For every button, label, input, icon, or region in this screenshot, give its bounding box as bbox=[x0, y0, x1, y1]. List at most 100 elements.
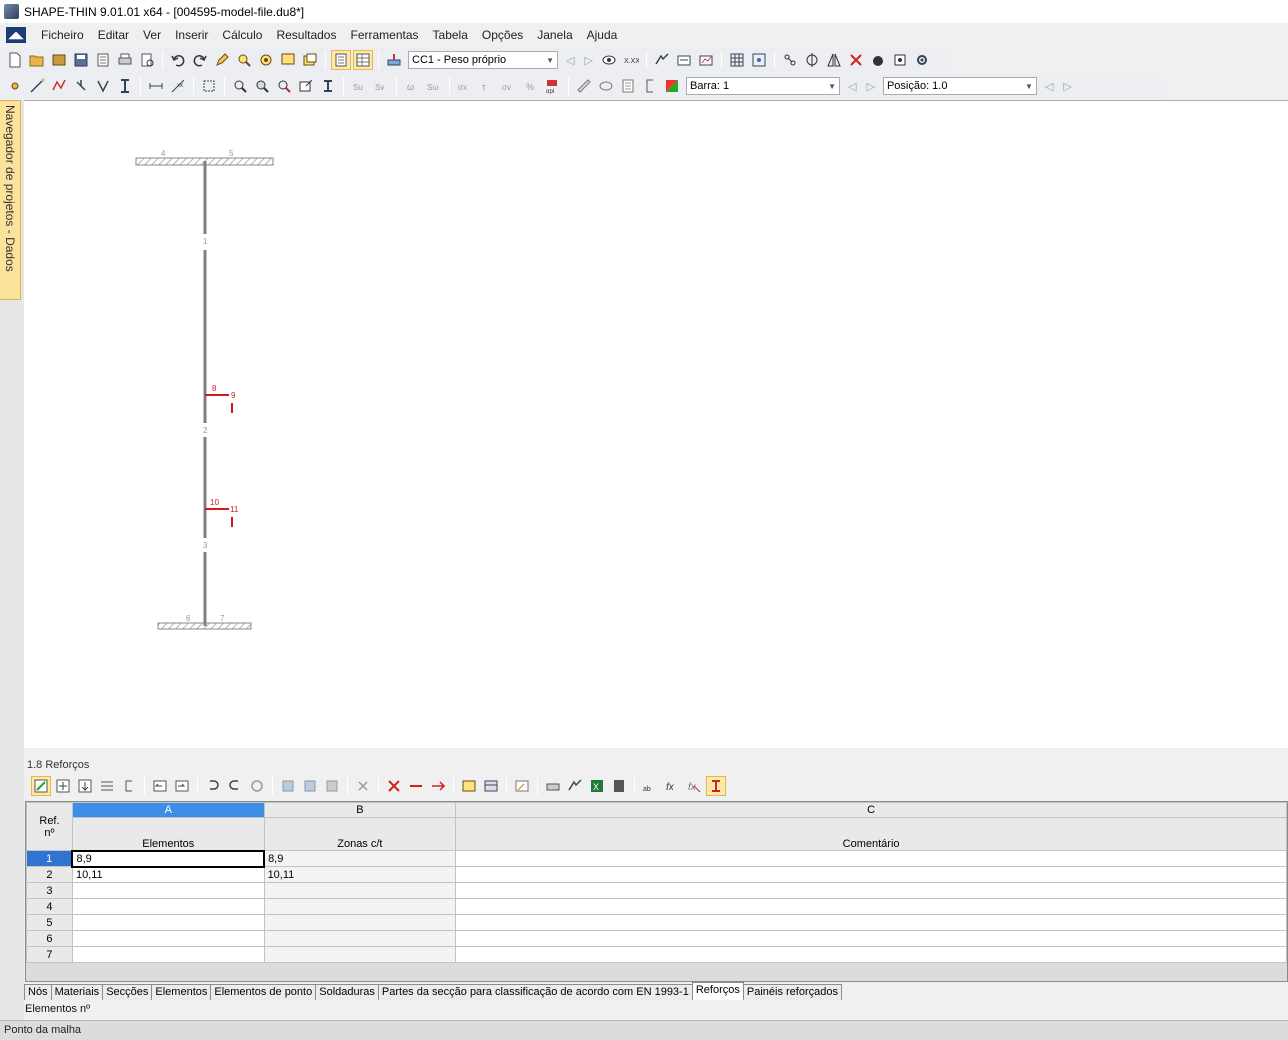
redo-icon[interactable] bbox=[190, 50, 210, 70]
previous-icon[interactable]: ◁ bbox=[566, 54, 574, 67]
material-icon[interactable] bbox=[868, 50, 888, 70]
section-i-icon[interactable] bbox=[115, 76, 135, 96]
node-icon[interactable] bbox=[5, 76, 25, 96]
coordinate-icon[interactable]: xx bbox=[168, 76, 188, 96]
project-navigator-tab[interactable]: Navegador de projetos - Dados bbox=[0, 100, 21, 300]
paste-icon[interactable] bbox=[428, 776, 448, 796]
values-icon[interactable]: X.XX bbox=[621, 50, 641, 70]
column-b-letter[interactable]: B bbox=[263, 802, 457, 818]
zoom-out-icon[interactable] bbox=[274, 76, 294, 96]
column-a-letter[interactable]: A bbox=[71, 802, 265, 818]
rotate-icon[interactable] bbox=[802, 50, 822, 70]
comment-cell[interactable] bbox=[455, 914, 1287, 931]
delete-cross-icon[interactable] bbox=[846, 50, 866, 70]
tab-seccoes[interactable]: Secções bbox=[102, 984, 153, 1000]
zones-cell[interactable] bbox=[263, 946, 457, 963]
edit-pencil-icon[interactable] bbox=[212, 50, 232, 70]
row-number[interactable]: 5 bbox=[26, 914, 73, 931]
menu-janela[interactable]: Janela bbox=[530, 26, 579, 44]
list-icon[interactable] bbox=[618, 76, 638, 96]
comment-cell[interactable] bbox=[455, 866, 1287, 883]
point-element-icon[interactable] bbox=[71, 76, 91, 96]
document-window-icon[interactable]: ◢◣ bbox=[6, 27, 26, 43]
move-row-icon[interactable] bbox=[75, 776, 95, 796]
menu-calculo[interactable]: Cálculo bbox=[215, 26, 269, 44]
window-icon[interactable] bbox=[300, 50, 320, 70]
mesh-icon[interactable] bbox=[727, 50, 747, 70]
cut-icon[interactable] bbox=[406, 776, 426, 796]
excel-icon[interactable]: X bbox=[587, 776, 607, 796]
filter-icon[interactable] bbox=[278, 776, 298, 796]
shear-su-icon[interactable]: Su bbox=[349, 76, 369, 96]
tab-partes-da-seccao[interactable]: Partes da secção para classificação de a… bbox=[377, 984, 693, 1000]
tab-paineis-reforcados[interactable]: Painéis reforçados bbox=[742, 984, 842, 1000]
calc-results-icon[interactable] bbox=[674, 50, 694, 70]
zones-cell[interactable]: 10,11 bbox=[263, 866, 457, 883]
table-columns-icon[interactable] bbox=[481, 776, 501, 796]
zoom-window-icon[interactable] bbox=[252, 76, 272, 96]
search-icon[interactable] bbox=[234, 50, 254, 70]
refresh-icon[interactable] bbox=[247, 776, 267, 796]
row-number[interactable]: 6 bbox=[26, 930, 73, 947]
calculate-icon[interactable] bbox=[652, 50, 672, 70]
select-icon[interactable] bbox=[278, 50, 298, 70]
menu-ajuda[interactable]: Ajuda bbox=[580, 26, 625, 44]
print-table-icon[interactable] bbox=[543, 776, 563, 796]
comment-cell[interactable] bbox=[455, 850, 1287, 867]
menu-ficheiro[interactable]: Ficheiro bbox=[34, 26, 91, 44]
table-edit-icon[interactable] bbox=[31, 776, 51, 796]
settings-icon[interactable] bbox=[890, 50, 910, 70]
next-icon[interactable]: ▷ bbox=[584, 54, 592, 67]
warping-s-icon[interactable]: Sω bbox=[424, 76, 444, 96]
new-file-icon[interactable] bbox=[5, 50, 25, 70]
tab-materiais[interactable]: Materiais bbox=[50, 984, 104, 1000]
bracket-icon[interactable] bbox=[119, 776, 139, 796]
bracket-icon[interactable] bbox=[640, 76, 660, 96]
menu-opcoes[interactable]: Opções bbox=[475, 26, 530, 44]
report-icon[interactable] bbox=[93, 50, 113, 70]
undo-icon[interactable] bbox=[168, 50, 188, 70]
previous-position-icon[interactable]: ◁ bbox=[1045, 80, 1053, 93]
model-canvas[interactable]: 4 5 1 8 9 2 10 11 3 6 7 bbox=[24, 100, 1288, 748]
zones-cell[interactable] bbox=[263, 930, 457, 947]
elements-cell[interactable]: 8,9 bbox=[71, 849, 266, 868]
next-position-icon[interactable]: ▷ bbox=[1063, 80, 1071, 93]
delete-row-icon[interactable] bbox=[384, 776, 404, 796]
gear-icon[interactable] bbox=[912, 50, 932, 70]
text-edit-icon[interactable]: ab bbox=[640, 776, 660, 796]
row-number[interactable]: 7 bbox=[26, 946, 73, 963]
zones-cell[interactable] bbox=[263, 914, 457, 931]
next-member-icon[interactable]: ▷ bbox=[866, 80, 874, 93]
sigma-v-icon[interactable]: σv bbox=[499, 76, 519, 96]
element-line-icon[interactable] bbox=[27, 76, 47, 96]
section-view-icon[interactable] bbox=[318, 76, 338, 96]
view-result-icon[interactable] bbox=[599, 50, 619, 70]
edit-icon[interactable] bbox=[512, 776, 532, 796]
menu-resultados[interactable]: Resultados bbox=[269, 26, 343, 44]
weld-icon[interactable] bbox=[93, 76, 113, 96]
comment-cell[interactable] bbox=[455, 898, 1287, 915]
tab-nos[interactable]: Nós bbox=[24, 984, 52, 1000]
insert-row-icon[interactable] bbox=[53, 776, 73, 796]
mirror-icon[interactable] bbox=[824, 50, 844, 70]
formula-icon[interactable]: fx bbox=[662, 776, 682, 796]
column-c-letter[interactable]: C bbox=[455, 802, 1287, 818]
elements-cell[interactable] bbox=[71, 882, 265, 899]
filter-icon[interactable] bbox=[322, 776, 342, 796]
ruler-icon[interactable] bbox=[574, 76, 594, 96]
clear-icon[interactable] bbox=[353, 776, 373, 796]
menu-tabela[interactable]: Tabela bbox=[426, 26, 475, 44]
grid-view-icon[interactable] bbox=[353, 50, 373, 70]
position-select[interactable]: Posição: 1.0 ▼ bbox=[882, 77, 1037, 95]
row-number[interactable]: 4 bbox=[26, 898, 73, 915]
load-case-select[interactable]: CC1 - Peso próprio ▼ bbox=[408, 51, 558, 69]
open-project-icon[interactable] bbox=[49, 50, 69, 70]
warping-icon[interactable]: ω bbox=[402, 76, 422, 96]
percent-icon[interactable]: % bbox=[521, 76, 541, 96]
tau-icon[interactable]: τ bbox=[477, 76, 497, 96]
comment-cell[interactable] bbox=[455, 930, 1287, 947]
menu-ver[interactable]: Ver bbox=[136, 26, 168, 44]
shear-sv-icon[interactable]: Sv bbox=[371, 76, 391, 96]
table-view-icon[interactable] bbox=[331, 50, 351, 70]
zones-cell[interactable]: 8,9 bbox=[263, 850, 457, 867]
